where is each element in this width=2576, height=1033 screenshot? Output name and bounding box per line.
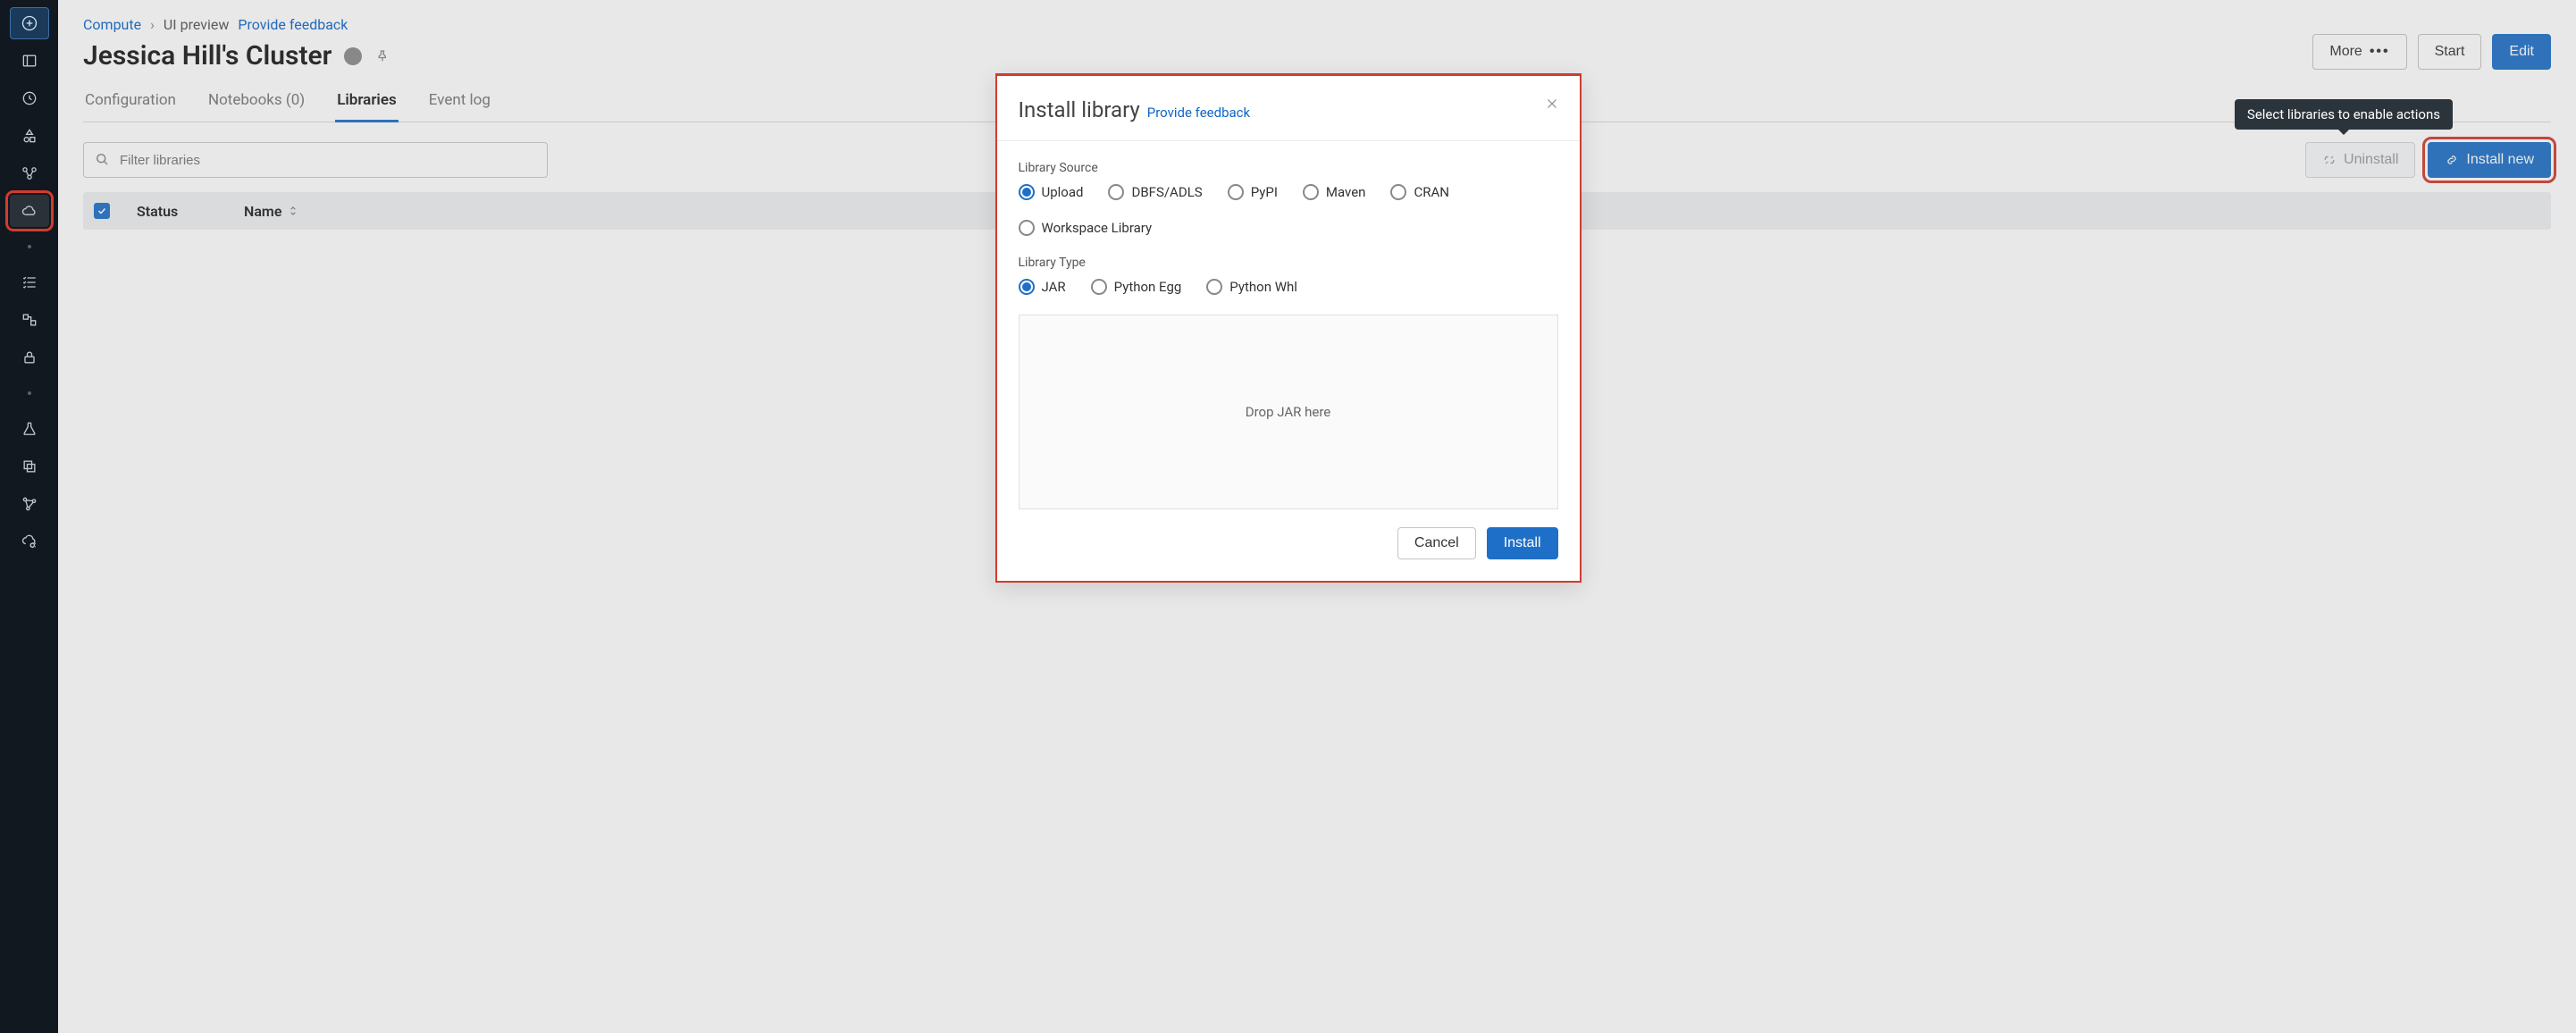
type-whl[interactable]: Python Whl	[1206, 279, 1297, 295]
rail-item-graph[interactable]	[10, 488, 49, 520]
start-button[interactable]: Start	[2418, 34, 2482, 70]
source-workspace[interactable]: Workspace Library	[1019, 220, 1153, 236]
breadcrumb-preview: UI preview	[164, 16, 229, 33]
plus-circle-icon	[21, 14, 38, 32]
unlink-icon	[2322, 153, 2337, 167]
library-type-options: JAR Python Egg Python Whl	[1019, 279, 1558, 295]
source-cran[interactable]: CRAN	[1390, 184, 1449, 200]
tab-notebooks[interactable]: Notebooks (0)	[206, 91, 306, 122]
rail-item-security[interactable]	[10, 341, 49, 374]
sidebar-icon	[21, 52, 38, 70]
source-pypi[interactable]: PyPI	[1228, 184, 1278, 200]
clock-icon	[21, 89, 38, 107]
cancel-button[interactable]: Cancel	[1397, 527, 1476, 559]
cloud-icon	[21, 202, 38, 220]
rail-item-pipelines[interactable]	[10, 304, 49, 336]
rail-item-models[interactable]	[10, 450, 49, 483]
rail-item-workspace[interactable]	[10, 45, 49, 77]
type-jar[interactable]: JAR	[1019, 279, 1066, 295]
pin-icon[interactable]	[374, 48, 390, 64]
rail-item-data[interactable]	[10, 120, 49, 152]
graph-icon	[21, 495, 38, 513]
source-upload[interactable]: Upload	[1019, 184, 1084, 200]
more-button[interactable]: More•••	[2312, 34, 2406, 70]
cloud-gear-icon	[21, 533, 38, 550]
source-dbfs[interactable]: DBFS/ADLS	[1108, 184, 1202, 200]
rail-item-recents[interactable]	[10, 82, 49, 114]
breadcrumb-compute[interactable]: Compute	[83, 16, 141, 33]
cluster-actions: More••• Start Edit	[2312, 34, 2551, 70]
rail-item-cloud-settings[interactable]	[10, 525, 49, 558]
rail-item-jobs[interactable]	[10, 266, 49, 298]
modal-feedback-link[interactable]: Provide feedback	[1147, 105, 1250, 121]
tab-configuration[interactable]: Configuration	[83, 91, 178, 122]
install-library-modal: Install library Provide feedback Library…	[995, 73, 1582, 583]
flow-icon	[21, 164, 38, 182]
layers-icon	[21, 458, 38, 475]
rail-separator-dot	[28, 245, 31, 248]
dots-icon: •••	[2370, 44, 2390, 60]
sort-icon	[287, 205, 299, 217]
library-type-label: Library Type	[1019, 256, 1558, 270]
modal-title: Install library	[1019, 97, 1140, 122]
column-status[interactable]: Status	[137, 203, 217, 220]
select-all-checkbox[interactable]	[94, 203, 110, 219]
cluster-status-dot	[344, 47, 362, 65]
pipeline-icon	[21, 311, 38, 329]
rail-item-workflows[interactable]	[10, 157, 49, 189]
rail-new-button[interactable]	[10, 7, 49, 39]
list-check-icon	[21, 273, 38, 291]
link-icon	[2445, 153, 2459, 167]
library-source-label: Library Source	[1019, 161, 1558, 175]
rail-separator-dot	[28, 391, 31, 395]
shapes-icon	[21, 127, 38, 145]
type-egg[interactable]: Python Egg	[1091, 279, 1182, 295]
left-nav-rail	[0, 0, 58, 1033]
column-name[interactable]: Name	[244, 203, 299, 220]
rail-item-compute[interactable]	[10, 195, 49, 227]
install-new-button[interactable]: Install new	[2428, 142, 2551, 178]
jar-dropzone[interactable]: Drop JAR here	[1019, 315, 1558, 509]
flask-icon	[21, 420, 38, 438]
lock-icon	[21, 349, 38, 366]
uninstall-button[interactable]: Uninstall	[2305, 142, 2415, 178]
rail-item-experiments[interactable]	[10, 413, 49, 445]
close-icon[interactable]	[1544, 96, 1560, 112]
tab-eventlog[interactable]: Event log	[427, 91, 492, 122]
source-maven[interactable]: Maven	[1303, 184, 1366, 200]
filter-libraries-input[interactable]	[83, 142, 548, 178]
uninstall-tooltip: Select libraries to enable actions	[2235, 99, 2453, 130]
search-icon	[94, 151, 110, 167]
library-source-options: Upload DBFS/ADLS PyPI Maven CRAN Workspa…	[1019, 184, 1558, 236]
page-title: Jessica Hill's Cluster	[83, 40, 331, 71]
breadcrumb: Compute › UI preview Provide feedback	[83, 16, 2551, 33]
chevron-right-icon: ›	[150, 16, 155, 33]
tab-libraries[interactable]: Libraries	[335, 91, 399, 122]
breadcrumb-feedback-link[interactable]: Provide feedback	[238, 16, 348, 33]
install-button[interactable]: Install	[1487, 527, 1558, 559]
edit-button[interactable]: Edit	[2492, 34, 2551, 70]
